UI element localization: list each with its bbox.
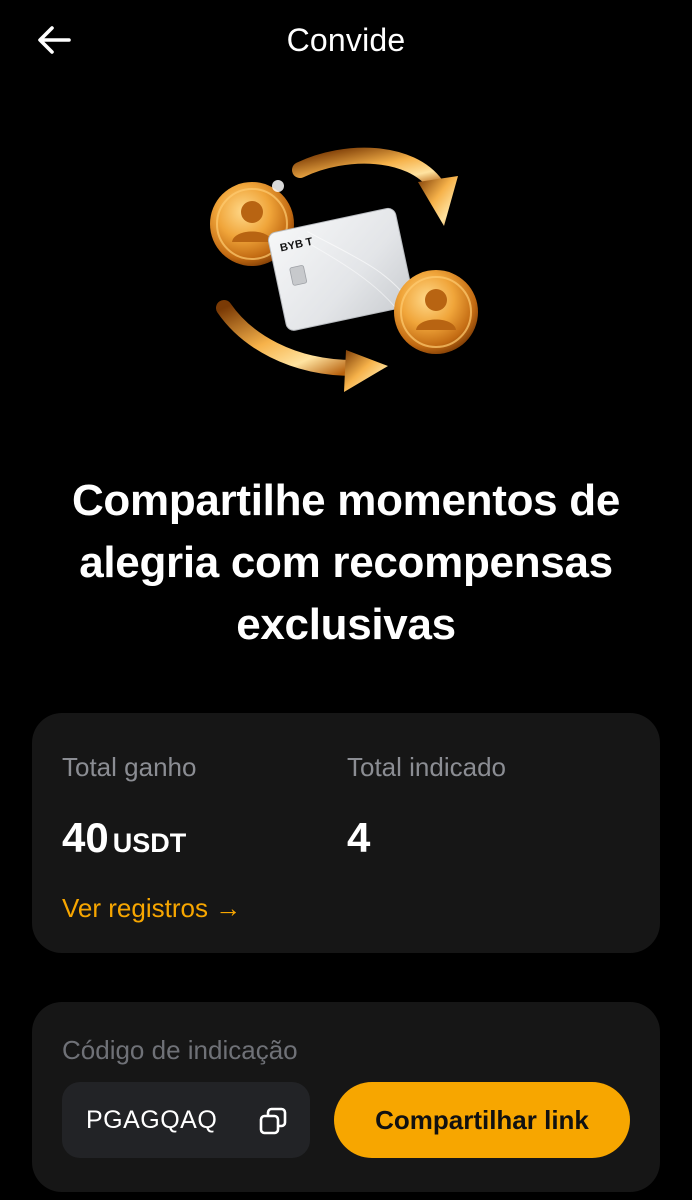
total-earned-value: 40 USDT	[62, 813, 196, 868]
person-coin-icon	[394, 270, 478, 354]
headline: Compartilhe momentos de alegria com reco…	[71, 476, 621, 649]
header-bar: Convide	[0, 0, 692, 80]
referral-code-label: Código de indicação	[62, 1035, 298, 1065]
hero-illustration: BYB T	[196, 140, 496, 410]
total-earned-unit: USDT	[112, 828, 187, 858]
referral-card: Código de indicação PGAGQAQ Compartilhar…	[32, 1002, 660, 1192]
total-earned-label: Total ganho	[62, 752, 197, 782]
total-earned-stat: Total ganho 40 USDT	[62, 751, 196, 868]
page-title: Convide	[286, 22, 406, 58]
copy-icon[interactable]	[258, 1106, 288, 1136]
total-referred-stat: Total indicado 4	[347, 751, 506, 863]
total-earned-amount: 40	[62, 814, 109, 861]
stats-card: Total ganho 40 USDT Total indicado 4 Ver …	[32, 713, 660, 953]
total-referred-value: 4	[347, 814, 371, 861]
total-referred-label: Total indicado	[347, 752, 506, 782]
referral-code-box[interactable]: PGAGQAQ	[62, 1082, 310, 1158]
view-records-link[interactable]: Ver registros →	[62, 891, 241, 925]
share-link-button[interactable]: Compartilhar link	[334, 1082, 630, 1158]
referral-code: PGAGQAQ	[86, 1105, 218, 1134]
